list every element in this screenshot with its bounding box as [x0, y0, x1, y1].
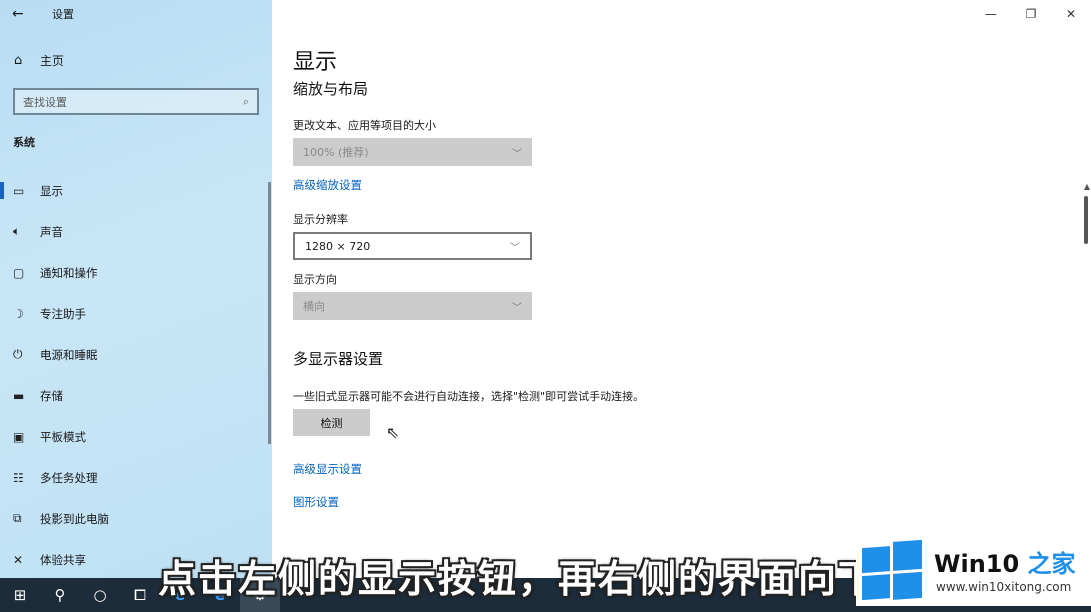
page-title: 显示 [293, 50, 338, 75]
sidebar-item-label: 通知和操作 [40, 265, 98, 280]
app-title: 设置 [52, 8, 74, 21]
title-bar: ← 设置 [0, 0, 272, 28]
sidebar-item-label: 存储 [40, 388, 63, 403]
sidebar-item-project-to-pc[interactable]: ⧉ 投影到此电脑 [0, 498, 272, 539]
mouse-cursor-icon: ⇖ [386, 423, 400, 442]
storage-icon: ▬ [13, 388, 25, 403]
multi-display-description: 一些旧式显示器可能不会进行自动连接，选择"检测"即可尝试手动连接。 [293, 390, 645, 403]
home-nav-item[interactable]: ⌂ 主页 [14, 52, 64, 69]
orientation-value: 横向 [303, 300, 325, 313]
sidebar-item-label: 投影到此电脑 [40, 511, 109, 526]
monitor-icon: ▭ [13, 183, 25, 198]
search-icon[interactable]: ⚲ [40, 578, 80, 612]
watermark-url: www.win10xitong.com [936, 580, 1072, 594]
watermark-brand: Win10 之家 [934, 544, 1076, 579]
sidebar-item-display[interactable]: ▭ 显示 [0, 170, 272, 211]
resolution-value: 1280 × 720 [305, 239, 371, 253]
windows-start-icon[interactable]: ⊞ [0, 578, 40, 612]
orientation-dropdown[interactable]: 横向 ﹀ [293, 292, 532, 320]
window-controls: — ❐ ✕ [971, 0, 1091, 28]
speaker-icon: 🔈︎ [13, 224, 21, 238]
sidebar-item-label: 体验共享 [40, 552, 86, 567]
advanced-display-link[interactable]: 高级显示设置 [293, 461, 362, 477]
search-input[interactable]: 查找设置 ⌕ [13, 88, 259, 115]
power-icon: ⏻ [13, 347, 23, 361]
orientation-label: 显示方向 [293, 273, 337, 286]
sidebar-item-sound[interactable]: 🔈︎ 声音 [0, 211, 272, 252]
sidebar-item-label: 平板模式 [40, 429, 86, 444]
sidebar-item-multitasking[interactable]: ☷ 多任务处理 [0, 457, 272, 498]
chevron-down-icon: ﹀ [510, 242, 520, 254]
video-caption: 点击左侧的显示按钮，再右侧的界面向下滑 [158, 557, 858, 601]
sidebar: ← 设置 ⌂ 主页 查找设置 ⌕ 系统 ▭ 显示 🔈︎ 声音 ▢ 通知和操作 ☽… [0, 0, 272, 578]
multitask-icon: ☷ [13, 470, 24, 485]
scroll-up-icon[interactable]: ▲ [1084, 182, 1090, 191]
minimize-icon[interactable]: — [971, 0, 1011, 28]
tablet-icon: ▣ [13, 429, 25, 444]
sidebar-item-tablet-mode[interactable]: ▣ 平板模式 [0, 416, 272, 457]
sidebar-item-label: 声音 [40, 224, 63, 239]
home-label: 主页 [40, 54, 65, 68]
watermark: Win10 之家 www.win10xitong.com [856, 536, 1091, 606]
sidebar-item-focus-assist[interactable]: ☽ 专注助手 [0, 293, 272, 334]
multi-display-heading: 多显示器设置 [293, 350, 384, 368]
share-icon: ✕ [13, 552, 24, 567]
sidebar-item-power-sleep[interactable]: ⏻ 电源和睡眠 [0, 334, 272, 375]
scale-dropdown[interactable]: 100% (推荐) ﹀ [293, 138, 532, 166]
sidebar-nav: ▭ 显示 🔈︎ 声音 ▢ 通知和操作 ☽ 专注助手 ⏻ 电源和睡眠 ▬ 存储 ▣… [0, 170, 272, 578]
main-content: — ❐ ✕ 显示 缩放与布局 更改文本、应用等项目的大小 100% (推荐) ﹀… [272, 0, 1091, 578]
detect-button[interactable]: 检测 [293, 409, 370, 436]
scale-label: 更改文本、应用等项目的大小 [293, 119, 436, 132]
back-arrow-icon[interactable]: ← [12, 6, 32, 22]
notification-icon: ▢ [13, 265, 25, 280]
restore-icon[interactable]: ❐ [1011, 0, 1051, 28]
sidebar-item-label: 显示 [40, 183, 63, 198]
watermark-brand-prefix: Win10 [934, 550, 1020, 578]
sidebar-item-label: 专注助手 [40, 306, 86, 321]
moon-icon: ☽ [13, 306, 24, 321]
chevron-down-icon: ﹀ [512, 148, 522, 160]
advanced-scaling-link[interactable]: 高级缩放设置 [293, 177, 362, 193]
search-placeholder: 查找设置 [23, 95, 67, 109]
section-label-system: 系统 [13, 136, 35, 149]
main-scrollbar[interactable] [1084, 196, 1088, 244]
scale-layout-heading: 缩放与布局 [293, 80, 369, 98]
windows-logo-icon [862, 539, 922, 602]
resolution-label: 显示分辨率 [293, 213, 348, 226]
scale-value: 100% (推荐) [303, 146, 369, 159]
task-view-icon[interactable]: ⧠ [120, 578, 160, 612]
sidebar-item-label: 多任务处理 [40, 470, 98, 485]
home-icon: ⌂ [14, 53, 23, 68]
close-icon[interactable]: ✕ [1051, 0, 1091, 28]
graphics-settings-link[interactable]: 图形设置 [293, 494, 339, 510]
sidebar-item-storage[interactable]: ▬ 存储 [0, 375, 272, 416]
search-icon[interactable]: ⌕ [243, 95, 249, 109]
sidebar-item-label: 电源和睡眠 [40, 347, 98, 362]
cortana-icon[interactable]: ○ [80, 578, 120, 612]
chevron-down-icon: ﹀ [512, 302, 522, 314]
sidebar-scrollbar[interactable] [268, 182, 271, 444]
watermark-brand-suffix: 之家 [1019, 550, 1076, 578]
resolution-dropdown[interactable]: 1280 × 720 ﹀ [293, 232, 532, 260]
project-icon: ⧉ [13, 511, 22, 525]
sidebar-item-notifications[interactable]: ▢ 通知和操作 [0, 252, 272, 293]
